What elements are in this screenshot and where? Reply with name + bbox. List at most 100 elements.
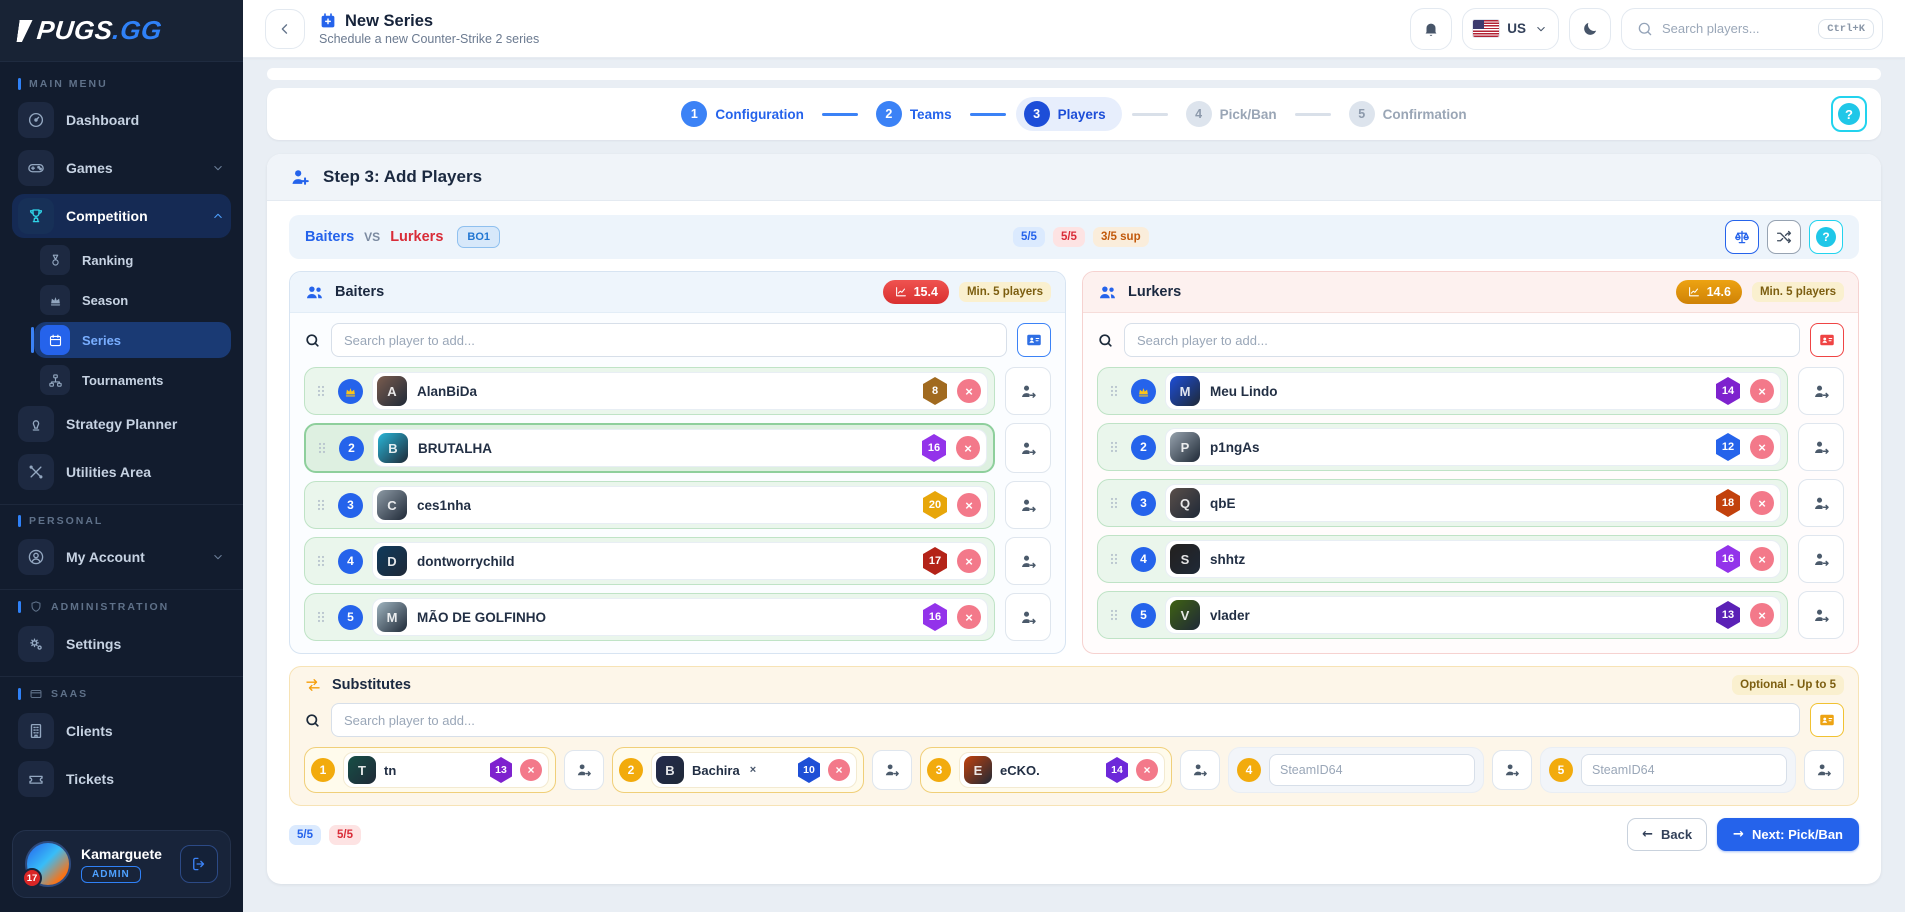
switch-player-button[interactable] [1005, 423, 1051, 473]
players-help-button[interactable]: ? [1809, 220, 1843, 254]
stepper-help-button[interactable]: ? [1831, 96, 1867, 132]
back-nav-button[interactable] [265, 9, 305, 49]
team-player-search-input[interactable] [1124, 323, 1800, 357]
player-slot[interactable]: AAlanBiDa8× [304, 367, 995, 415]
remove-player-button[interactable]: × [1750, 491, 1774, 515]
remove-player-button[interactable]: × [828, 759, 850, 781]
switch-substitute-button[interactable] [564, 750, 604, 790]
player-card[interactable]: Ddontworrychild17× [372, 542, 988, 580]
substitute-card[interactable]: EeCKO.14× [959, 752, 1165, 788]
add-player-by-id-button[interactable] [1017, 323, 1051, 357]
sidebar-item-dashboard[interactable]: Dashboard [12, 98, 231, 142]
section-label-personal: PERSONAL [18, 515, 225, 527]
team-player-search-input[interactable] [331, 323, 1007, 357]
sidebar-item-ranking[interactable]: Ranking [34, 242, 231, 278]
player-card[interactable]: Sshhtz16× [1165, 540, 1781, 578]
sidebar-item-competition[interactable]: Competition [12, 194, 231, 238]
sidebar-item-games[interactable]: Games [12, 146, 231, 190]
steamid-input[interactable] [1581, 754, 1787, 786]
theme-toggle-button[interactable] [1569, 8, 1611, 50]
remove-player-button[interactable]: × [1750, 435, 1774, 459]
player-name: Meu Lindo [1210, 384, 1278, 399]
remove-player-button[interactable]: × [1750, 603, 1774, 627]
remove-player-button[interactable]: × [520, 759, 542, 781]
add-player-by-id-button[interactable] [1810, 323, 1844, 357]
remove-player-button[interactable]: × [957, 605, 981, 629]
switch-player-button[interactable] [1798, 479, 1844, 527]
balance-teams-button[interactable] [1725, 220, 1759, 254]
add-substitute-by-id-button[interactable] [1810, 703, 1844, 737]
player-card[interactable]: MMeu Lindo14× [1165, 372, 1781, 410]
gears-icon-tile [18, 626, 54, 662]
player-card[interactable]: Cces1nha20× [372, 486, 988, 524]
sidebar-item-series[interactable]: Series [34, 322, 231, 358]
substitute-slot[interactable]: 1Ttn13× [304, 747, 556, 793]
player-slot[interactable]: 3Cces1nha20× [304, 481, 995, 529]
notifications-button[interactable] [1410, 8, 1452, 50]
player-card[interactable]: BBRUTALHA16× [373, 429, 987, 467]
substitute-search-input[interactable] [331, 703, 1800, 737]
sidebar-item-clients[interactable]: Clients [12, 709, 231, 753]
sidebar-item-strategy-planner[interactable]: Strategy Planner [12, 402, 231, 446]
step-number: 3 [1024, 101, 1050, 127]
step-pick-ban[interactable]: 4Pick/Ban [1178, 97, 1285, 131]
step-confirmation[interactable]: 5Confirmation [1341, 97, 1475, 131]
locale-selector[interactable]: US [1462, 8, 1559, 50]
rating-badge: 8 [923, 377, 947, 405]
switch-substitute-button[interactable] [1492, 750, 1532, 790]
player-slot[interactable]: 2BBRUTALHA16× [304, 423, 995, 473]
sidebar-item-my-account[interactable]: My Account [12, 535, 231, 579]
sidebar-item-utilities-area[interactable]: Utilities Area [12, 450, 231, 494]
switch-player-button[interactable] [1005, 537, 1051, 585]
substitute-slot[interactable]: 3EeCKO.14× [920, 747, 1172, 793]
back-step-button[interactable]: ←Back [1627, 818, 1707, 851]
sidebar-item-tickets[interactable]: Tickets [12, 757, 231, 801]
player-slot[interactable]: 4Ddontworrychild17× [304, 537, 995, 585]
switch-player-button[interactable] [1798, 535, 1844, 583]
remove-player-button[interactable]: × [1750, 379, 1774, 403]
shuffle-teams-button[interactable] [1767, 220, 1801, 254]
notification-count-badge: 17 [22, 868, 42, 888]
remove-player-button[interactable]: × [957, 493, 981, 517]
substitute-card[interactable]: Ttn13× [343, 752, 549, 788]
logout-button[interactable] [180, 845, 218, 883]
step-configuration[interactable]: 1Configuration [673, 97, 811, 131]
player-card[interactable]: AAlanBiDa8× [372, 372, 988, 410]
substitute-slot[interactable]: 2BBachira×10× [612, 747, 864, 793]
player-slot[interactable]: 2Pp1ngAs12× [1097, 423, 1788, 471]
switch-player-button[interactable] [1005, 593, 1051, 641]
remove-player-button[interactable]: × [1750, 547, 1774, 571]
player-slot[interactable]: MMeu Lindo14× [1097, 367, 1788, 415]
switch-player-button[interactable] [1798, 367, 1844, 415]
player-slot[interactable]: 5MMÃO DE GOLFINHO16× [304, 593, 995, 641]
player-slot[interactable]: 5Vvlader13× [1097, 591, 1788, 639]
sidebar-item-season[interactable]: Season [34, 282, 231, 318]
player-card[interactable]: QqbE18× [1165, 484, 1781, 522]
remove-player-button[interactable]: × [957, 379, 981, 403]
player-slot[interactable]: 3QqbE18× [1097, 479, 1788, 527]
global-search-input[interactable] [1662, 21, 1810, 36]
step-teams[interactable]: 2Teams [868, 97, 960, 131]
sidebar-item-tournaments[interactable]: Tournaments [34, 362, 231, 398]
next-step-button[interactable]: →Next: Pick/Ban [1717, 818, 1859, 851]
player-card[interactable]: Vvlader13× [1165, 596, 1781, 634]
player-slot[interactable]: 4Sshhtz16× [1097, 535, 1788, 583]
switch-substitute-button[interactable] [1804, 750, 1844, 790]
player-card[interactable]: Pp1ngAs12× [1165, 428, 1781, 466]
remove-player-button[interactable]: × [956, 436, 980, 460]
substitute-card[interactable]: BBachira×10× [651, 752, 857, 788]
switch-substitute-button[interactable] [872, 750, 912, 790]
switch-player-button[interactable] [1798, 423, 1844, 471]
switch-player-button[interactable] [1798, 591, 1844, 639]
remove-player-button[interactable]: × [957, 549, 981, 573]
switch-player-button[interactable] [1005, 367, 1051, 415]
user-card[interactable]: 17 Kamarguete ADMIN [12, 830, 231, 898]
player-card[interactable]: MMÃO DE GOLFINHO16× [372, 598, 988, 636]
switch-substitute-button[interactable] [1180, 750, 1220, 790]
sidebar-item-settings[interactable]: Settings [12, 622, 231, 666]
remove-player-button[interactable]: × [1136, 759, 1158, 781]
switch-player-button[interactable] [1005, 481, 1051, 529]
step-players[interactable]: 3Players [1016, 97, 1122, 131]
section-label-text: MAIN MENU [29, 78, 108, 90]
steamid-input[interactable] [1269, 754, 1475, 786]
